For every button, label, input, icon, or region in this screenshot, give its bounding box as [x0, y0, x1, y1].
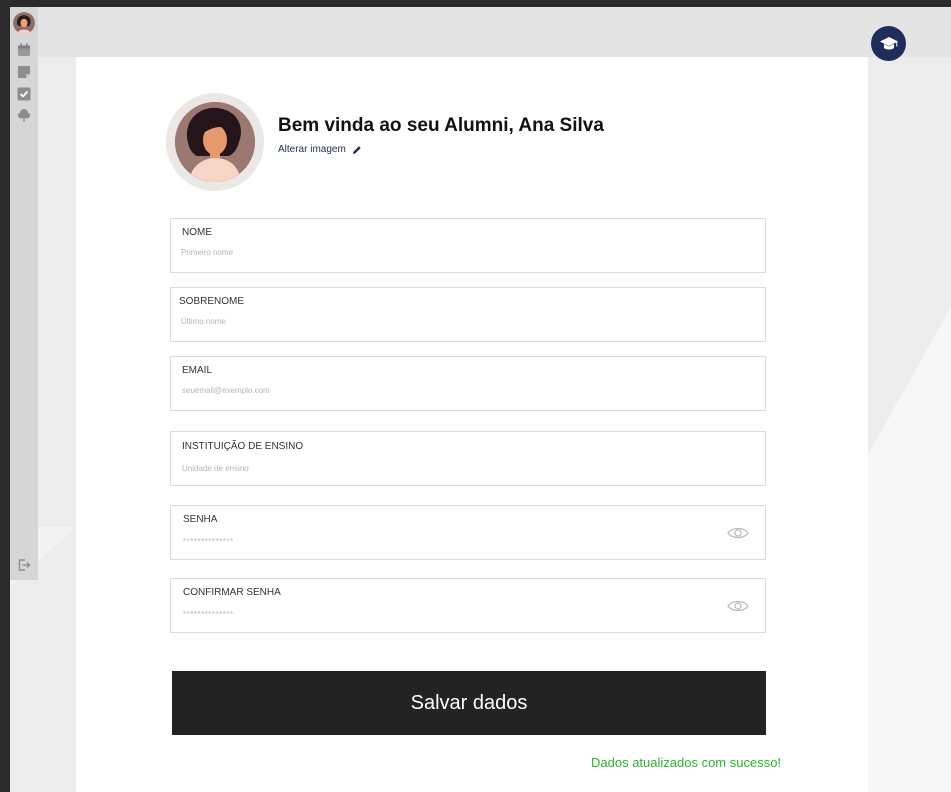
logout-icon[interactable]	[17, 558, 31, 572]
success-message: Dados atualizados com sucesso!	[591, 755, 782, 770]
confirm-password-label: CONFIRMAR SENHA	[183, 587, 281, 598]
pencil-icon	[352, 145, 361, 154]
sidebar-avatar[interactable]	[13, 12, 35, 34]
last-name-label: SOBRENOME	[179, 296, 245, 307]
first-name-label: NOME	[182, 227, 212, 238]
institution-placeholder: Unidade de ensino	[182, 464, 249, 473]
save-button[interactable]: Salvar dados	[172, 671, 766, 735]
background-band	[10, 7, 951, 57]
first-name-placeholder: Primeiro nome	[181, 248, 234, 257]
password-field[interactable]: SENHA **************	[170, 505, 766, 560]
show-password-eye-icon[interactable]	[727, 526, 749, 540]
password-mask: **************	[183, 537, 234, 546]
background-shape	[868, 462, 951, 792]
background-shape	[861, 307, 951, 467]
checkbox-icon[interactable]	[17, 87, 31, 101]
confirm-password-mask: **************	[183, 610, 234, 619]
graduation-cap-badge[interactable]	[871, 26, 906, 61]
confirm-password-field[interactable]: CONFIRMAR SENHA **************	[170, 578, 766, 633]
institution-label: INSTITUIÇÃO DE ENSINO	[182, 441, 304, 452]
welcome-title: Bem vinda ao seu Alumni, Ana Silva	[278, 115, 604, 136]
last-name-field[interactable]: SOBRENOME Último nome	[170, 287, 766, 342]
first-name-field[interactable]: NOME Primeiro nome	[170, 218, 766, 273]
last-name-placeholder: Último nome	[181, 317, 226, 326]
profile-card: Bem vinda ao seu Alumni, Ana Silva Alter…	[76, 57, 868, 792]
profile-avatar[interactable]	[166, 93, 264, 191]
calendar-icon[interactable]	[17, 43, 31, 57]
change-image-label: Alterar imagem	[278, 144, 346, 155]
institution-field[interactable]: INSTITUIÇÃO DE ENSINO Unidade de ensino	[170, 431, 766, 486]
email-field[interactable]: EMAIL seuemail@exemplo.com	[170, 356, 766, 411]
change-image-link[interactable]: Alterar imagem	[278, 144, 362, 155]
email-placeholder: seuemail@exemplo.com	[182, 386, 270, 395]
password-label: SENHA	[183, 514, 218, 525]
tree-icon[interactable]	[17, 108, 31, 122]
show-confirm-password-eye-icon[interactable]	[727, 599, 749, 613]
sidebar	[10, 7, 38, 580]
email-label: EMAIL	[182, 365, 213, 376]
notes-icon[interactable]	[17, 65, 31, 79]
graduation-cap-icon	[879, 36, 898, 49]
